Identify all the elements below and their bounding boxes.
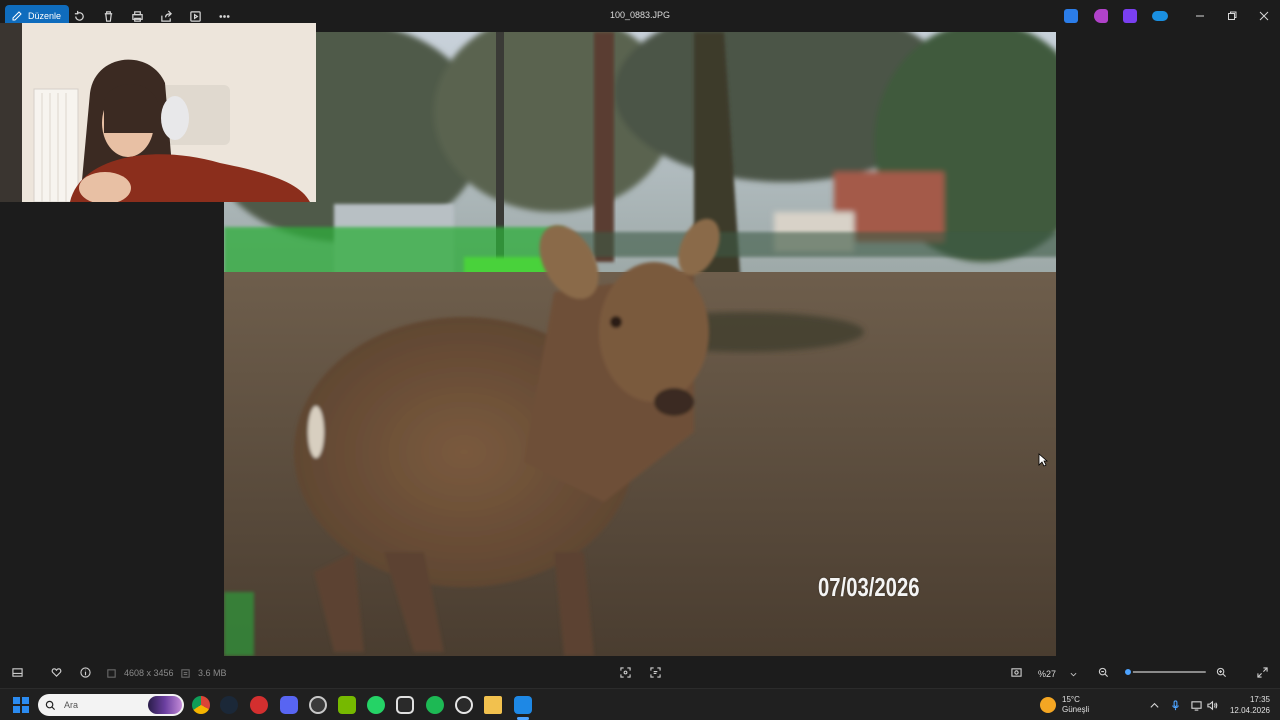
rotate-icon[interactable] — [71, 8, 87, 24]
volume-icon[interactable] — [1206, 699, 1218, 711]
search-icon — [45, 700, 56, 710]
system-clock[interactable]: 17:35 12.04.2026 — [1222, 694, 1270, 716]
designer-app-icon[interactable] — [1094, 9, 1108, 23]
image-dimensions: 4608 x 3456 — [124, 668, 174, 678]
zoom-slider[interactable] — [1123, 667, 1206, 677]
fullscreen-icon[interactable] — [1255, 665, 1269, 679]
edit-pencil-icon — [12, 11, 22, 21]
network-icon[interactable] — [1190, 699, 1202, 711]
photo-viewer-image[interactable]: 07/03/2026 — [224, 32, 1056, 656]
visual-search-icon[interactable] — [648, 665, 662, 679]
edit-button-label: Düzenle — [28, 11, 62, 21]
weather-description: Güneşli — [1062, 705, 1090, 714]
windows-start-icon[interactable] — [13, 697, 29, 713]
info-bar: 4608 x 3456 3.6 MB %27 — [0, 660, 1280, 684]
search-placeholder: Ara — [64, 700, 79, 710]
onedrive-icon[interactable] — [1152, 11, 1168, 21]
fit-to-window-icon[interactable] — [1009, 665, 1023, 679]
share-icon[interactable] — [158, 8, 174, 24]
weather-widget[interactable]: 15°C Güneşli — [1040, 695, 1089, 715]
zoom-dropdown[interactable]: %27 — [1032, 666, 1084, 682]
steam-icon[interactable] — [220, 696, 238, 714]
bot-icon[interactable] — [396, 696, 414, 714]
delete-icon[interactable] — [100, 8, 116, 24]
antivirus-icon[interactable] — [250, 696, 268, 714]
zoom-slider-thumb[interactable] — [1123, 667, 1134, 677]
dimensions-icon — [104, 666, 118, 680]
minimize-button[interactable] — [1192, 8, 1208, 24]
chrome-icon[interactable] — [192, 696, 210, 714]
mouse-cursor-icon — [1038, 453, 1048, 467]
clock-date: 12.04.2026 — [1229, 706, 1270, 715]
chevron-down-icon — [1070, 672, 1077, 676]
browser-icon[interactable] — [309, 696, 327, 714]
discord-icon[interactable] — [280, 696, 298, 714]
photos-app-window: Düzenle 100_0883.JPG 07/03/2026 4608 x 3… — [0, 0, 1280, 720]
print-icon[interactable] — [129, 8, 145, 24]
zoom-in-icon[interactable] — [1214, 665, 1228, 679]
whatsapp-icon[interactable] — [367, 696, 385, 714]
taskbar-search-box[interactable]: Ara — [38, 694, 184, 716]
close-button[interactable] — [1256, 8, 1272, 24]
webcam-feed-image — [0, 23, 316, 202]
photo-date-stamp: 07/03/2026 — [818, 572, 920, 602]
microphone-icon[interactable] — [1169, 699, 1181, 711]
search-highlight-image — [148, 696, 182, 714]
weather-temperature: 15°C — [1062, 695, 1080, 704]
clock-time: 17:35 — [1249, 695, 1270, 704]
file-explorer-icon[interactable] — [484, 696, 502, 714]
crop-focus-icon[interactable] — [618, 665, 632, 679]
deer-photo — [224, 32, 1056, 656]
chevron-up-icon[interactable] — [1148, 699, 1160, 711]
photos-taskbar-icon[interactable] — [514, 696, 532, 714]
chatgpt-icon[interactable] — [455, 696, 473, 714]
webcam-overlay — [0, 23, 316, 202]
file-size-icon — [178, 666, 192, 680]
zoom-out-icon[interactable] — [1096, 665, 1110, 679]
file-size: 3.6 MB — [198, 668, 227, 678]
photos-app-icon[interactable] — [1064, 9, 1078, 23]
filmstrip-icon[interactable] — [10, 665, 24, 679]
maximize-button[interactable] — [1224, 8, 1240, 24]
sun-icon — [1040, 697, 1056, 713]
nvidia-icon[interactable] — [338, 696, 356, 714]
clipchamp-app-icon[interactable] — [1123, 9, 1137, 23]
spotify-icon[interactable] — [426, 696, 444, 714]
slideshow-icon[interactable] — [187, 8, 203, 24]
taskbar: Ara 15°C Güneşli 17:35 12.04.2026 — [0, 688, 1280, 720]
more-icon[interactable] — [216, 8, 232, 24]
info-icon[interactable] — [78, 665, 92, 679]
favorite-heart-icon[interactable] — [49, 665, 63, 679]
zoom-value: %27 — [1038, 669, 1057, 679]
